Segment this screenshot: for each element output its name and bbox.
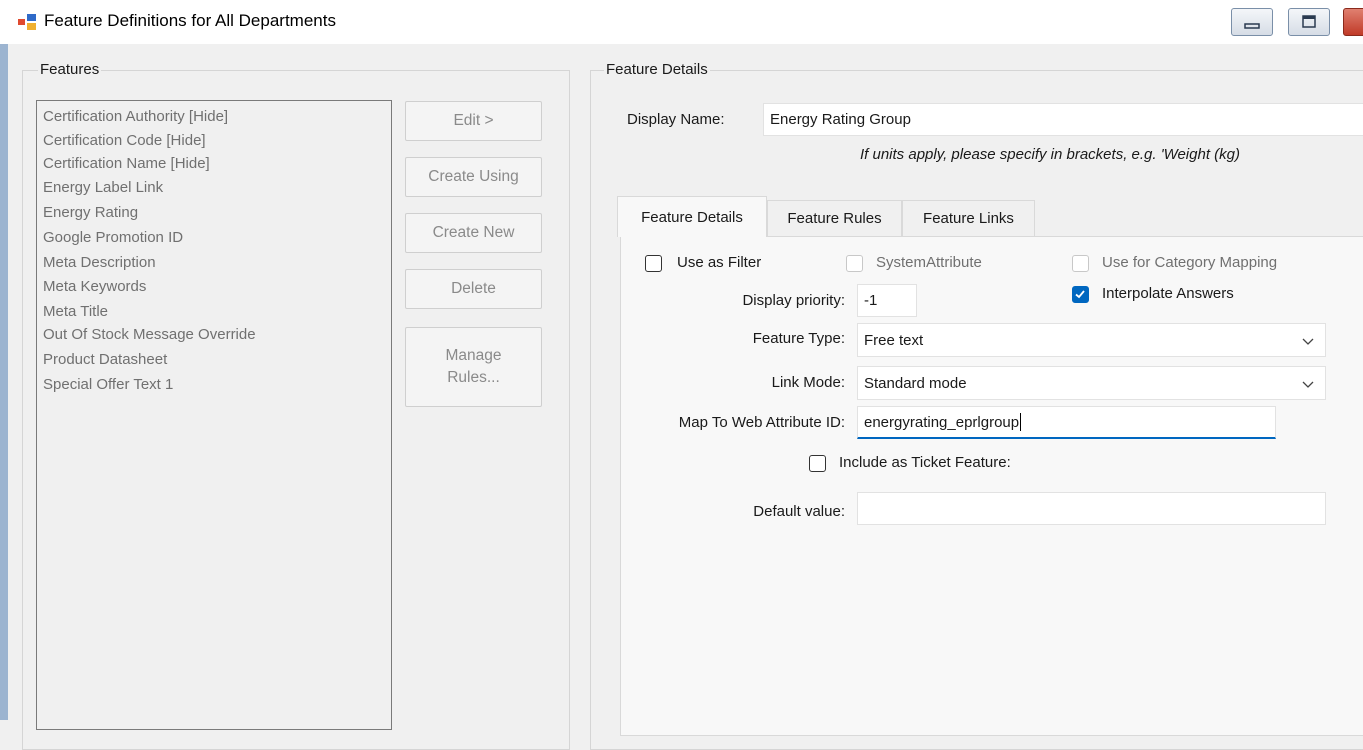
chevron-down-icon bbox=[1302, 338, 1314, 345]
maximize-icon bbox=[1302, 15, 1316, 28]
tab-feature-links[interactable]: Feature Links bbox=[902, 200, 1035, 236]
feature-type-value: Free text bbox=[864, 331, 924, 349]
window-title: Feature Definitions for All Departments bbox=[44, 11, 336, 30]
list-item[interactable]: Product Datasheet bbox=[43, 348, 167, 372]
link-mode-label: Link Mode: bbox=[771, 374, 845, 391]
features-list[interactable]: Certification Authority [Hide] Certifica… bbox=[36, 100, 392, 730]
minimize-icon bbox=[1244, 23, 1260, 29]
map-to-web-attribute-label: Map To Web Attribute ID: bbox=[678, 414, 845, 431]
edit-button[interactable]: Edit > bbox=[405, 101, 542, 141]
system-attribute-label: SystemAttribute bbox=[876, 254, 982, 271]
feature-type-select[interactable]: Free text bbox=[857, 323, 1326, 357]
checkmark-icon bbox=[1075, 290, 1085, 299]
default-value-label: Default value: bbox=[753, 503, 845, 520]
title-bar: Feature Definitions for All Departments bbox=[0, 0, 1363, 44]
use-as-filter-label: Use as Filter bbox=[677, 254, 762, 271]
units-hint: If units apply, please specify in bracke… bbox=[860, 146, 1240, 163]
list-item[interactable]: Meta Title bbox=[43, 300, 108, 324]
display-priority-value: -1 bbox=[864, 292, 878, 309]
delete-button[interactable]: Delete bbox=[405, 269, 542, 309]
tab-feature-details[interactable]: Feature Details bbox=[617, 196, 767, 237]
link-mode-select[interactable]: Standard mode bbox=[857, 366, 1326, 400]
create-using-button[interactable]: Create Using bbox=[405, 157, 542, 197]
use-for-category-mapping-checkbox[interactable] bbox=[1072, 255, 1089, 272]
create-new-button[interactable]: Create New bbox=[405, 213, 542, 253]
display-priority-input[interactable]: -1 bbox=[857, 284, 917, 317]
display-name-label: Display Name: bbox=[627, 111, 725, 128]
tab-panel-feature-details bbox=[620, 236, 1363, 736]
maximize-button[interactable] bbox=[1288, 8, 1330, 36]
link-mode-value: Standard mode bbox=[864, 374, 967, 392]
system-attribute-checkbox[interactable] bbox=[846, 255, 863, 272]
display-name-value: Energy Rating Group bbox=[770, 111, 911, 128]
list-item[interactable]: Special Offer Text 1 bbox=[43, 373, 173, 397]
use-for-category-mapping-label: Use for Category Mapping bbox=[1102, 254, 1278, 271]
interpolate-answers-checkbox[interactable] bbox=[1072, 286, 1089, 303]
window-border bbox=[0, 44, 8, 720]
close-button[interactable] bbox=[1343, 8, 1363, 36]
minimize-button[interactable] bbox=[1231, 8, 1273, 36]
list-item[interactable]: Google Promotion ID bbox=[43, 226, 183, 250]
list-item[interactable]: Energy Rating bbox=[43, 201, 138, 225]
default-value-input[interactable] bbox=[857, 492, 1326, 525]
features-group-title: Features bbox=[38, 61, 102, 78]
text-caret bbox=[1020, 413, 1022, 431]
list-item[interactable]: Meta Description bbox=[43, 251, 156, 275]
include-as-ticket-feature-label: Include as Ticket Feature: bbox=[839, 454, 1011, 471]
display-priority-label: Display priority: bbox=[742, 292, 845, 309]
list-item[interactable]: Certification Name [Hide] bbox=[43, 152, 210, 176]
display-name-input[interactable]: Energy Rating Group bbox=[763, 103, 1363, 136]
interpolate-answers-label: Interpolate Answers bbox=[1102, 285, 1234, 302]
list-item[interactable]: Energy Label Link bbox=[43, 176, 163, 200]
manage-rules-button[interactable]: Manage Rules... bbox=[405, 327, 542, 407]
map-to-web-attribute-input[interactable]: energyrating_eprlgroup bbox=[857, 406, 1276, 439]
list-item[interactable]: Out Of Stock Message Override bbox=[43, 323, 256, 347]
use-as-filter-checkbox[interactable] bbox=[645, 255, 662, 272]
tab-feature-rules[interactable]: Feature Rules bbox=[767, 200, 902, 236]
list-item[interactable]: Certification Code [Hide] bbox=[43, 129, 206, 153]
chevron-down-icon bbox=[1302, 381, 1314, 388]
app-icon bbox=[18, 14, 36, 30]
list-item[interactable]: Meta Keywords bbox=[43, 275, 146, 299]
feature-type-label: Feature Type: bbox=[752, 330, 845, 347]
feature-details-group-title: Feature Details bbox=[604, 61, 710, 78]
map-to-web-attribute-value: energyrating_eprlgroup bbox=[864, 413, 1020, 431]
include-as-ticket-feature-checkbox[interactable] bbox=[809, 455, 826, 472]
list-item[interactable]: Certification Authority [Hide] bbox=[43, 105, 228, 129]
